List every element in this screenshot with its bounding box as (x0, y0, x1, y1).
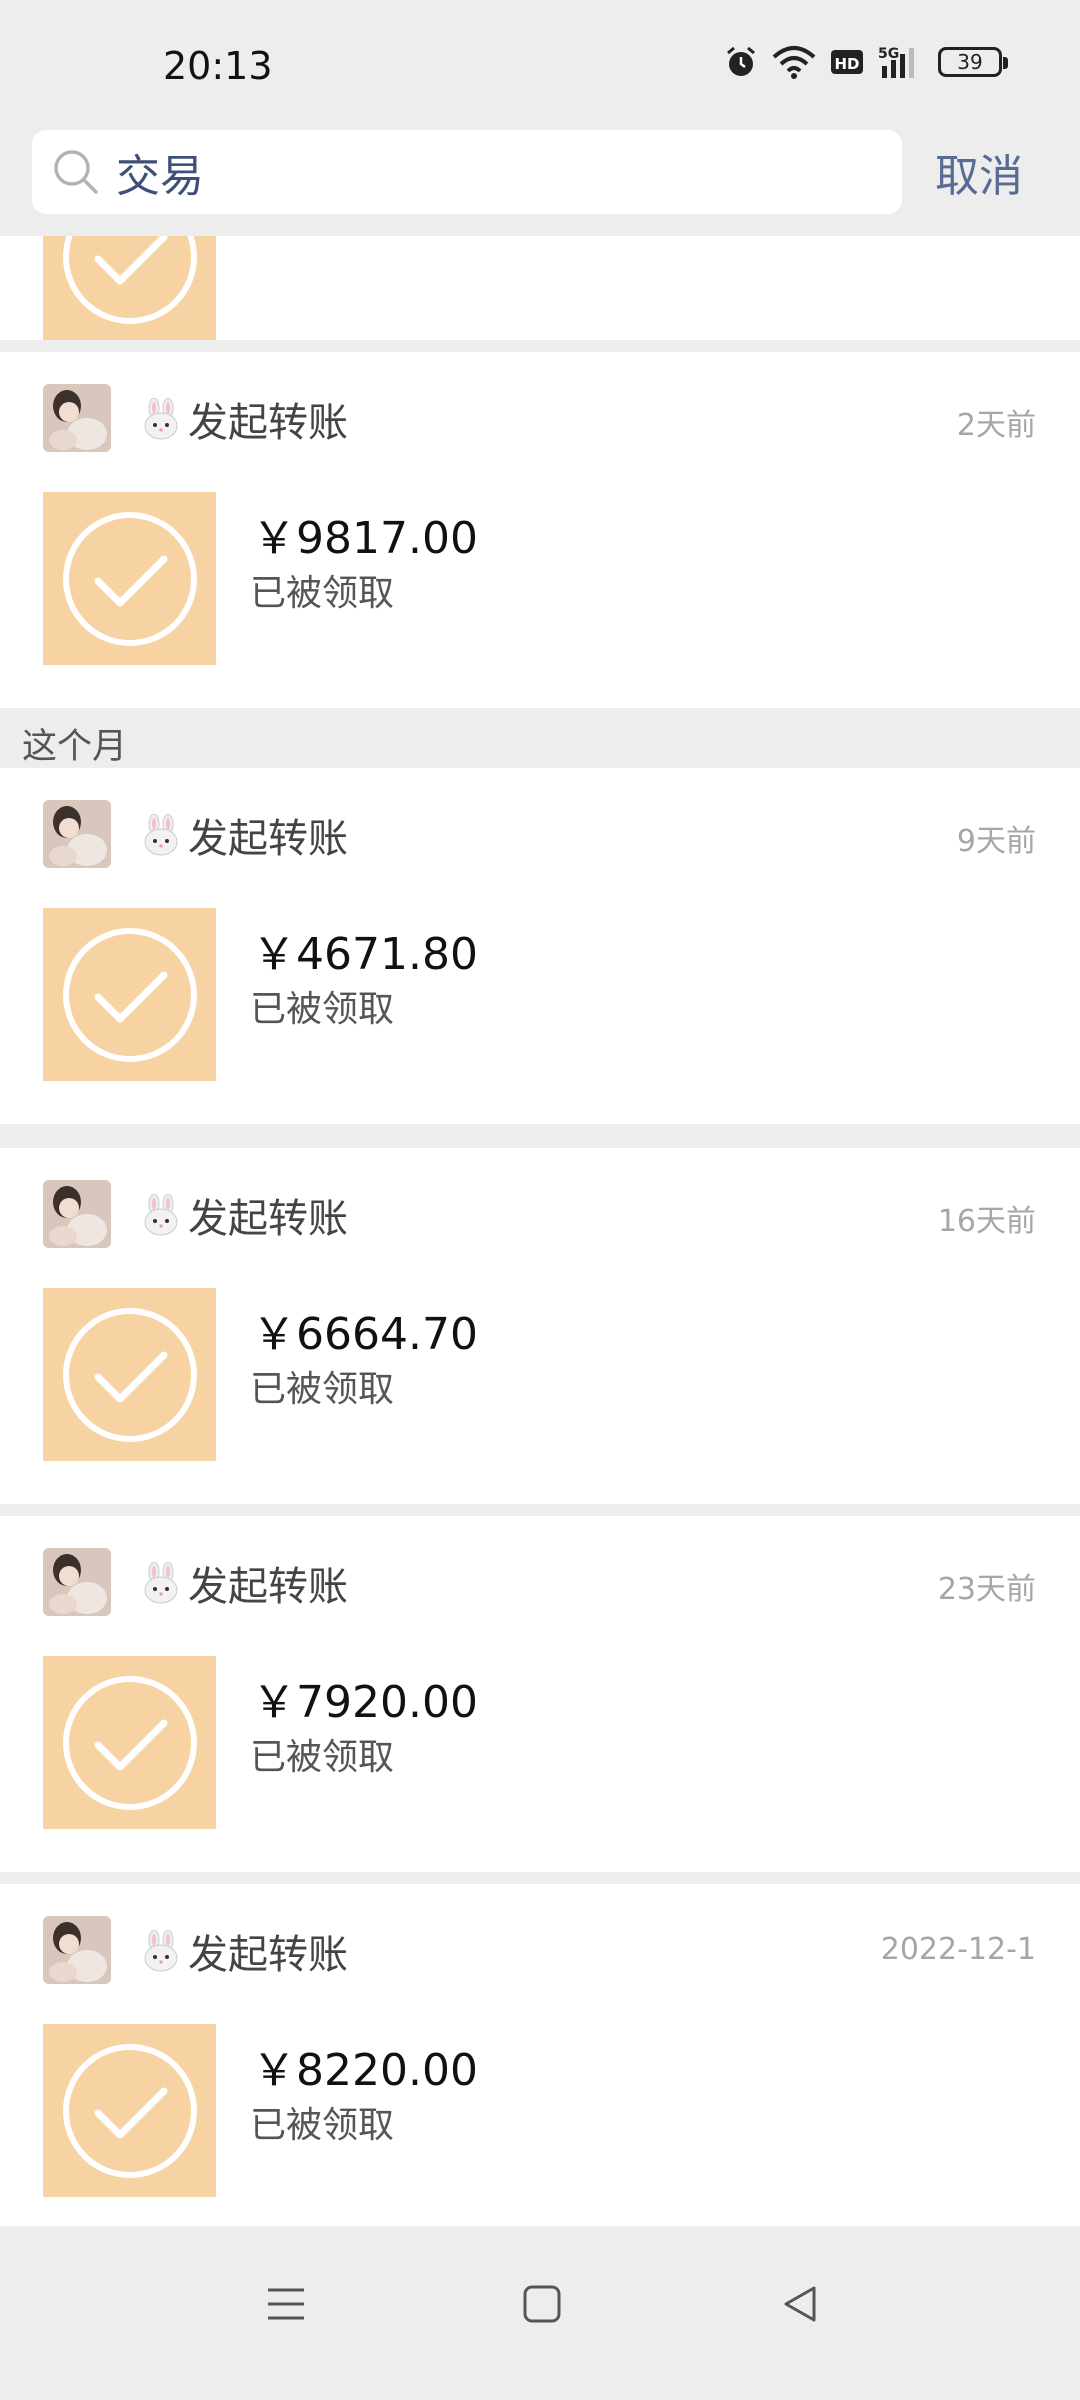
list-item[interactable]: 发起转账 9天前 ￥4671.80 已被领取 (0, 768, 1080, 1124)
status-time: 20:13 (163, 44, 273, 88)
list-item-partial[interactable] (0, 236, 1080, 340)
home-square-icon[interactable] (522, 2284, 562, 2324)
bunny-icon (144, 814, 178, 856)
check-circle-icon (62, 1307, 197, 1442)
alarm-icon (727, 46, 755, 76)
avatar (43, 800, 111, 868)
sender-name: 发起转账 (140, 1922, 348, 1980)
transfer-status: 已被领取 (250, 1369, 395, 1410)
menu-icon[interactable] (266, 2284, 306, 2324)
transaction-list: 发起转账 2天前 ￥9817.00 已被领取 这个月 发起转账 9天前 ￥467… (0, 236, 1080, 2226)
timestamp: 9天前 (956, 824, 1036, 859)
transfer-amount: ￥8220.00 (252, 2045, 478, 2096)
list-item[interactable]: 发起转账 2022-12-1 ￥8220.00 已被领取 (0, 1884, 1080, 2226)
navigation-bar (0, 2226, 1080, 2400)
transfer-envelope (43, 236, 216, 340)
timestamp: 23天前 (937, 1572, 1036, 1607)
avatar (43, 1916, 111, 1984)
transfer-envelope (43, 1656, 216, 1829)
timestamp: 2022-12-1 (880, 1932, 1036, 1967)
avatar (43, 384, 111, 452)
transfer-amount: ￥7920.00 (252, 1677, 478, 1728)
sender-name: 发起转账 (140, 806, 348, 864)
check-circle-icon (62, 1675, 197, 1810)
status-bar: 20:13 HD 5G 39 (0, 0, 1080, 130)
bunny-icon (144, 1194, 178, 1236)
status-icons: HD 5G 39 (724, 44, 1008, 80)
svg-text:HD: HD (834, 55, 859, 73)
transfer-status: 已被领取 (250, 573, 395, 614)
bunny-icon (144, 1562, 178, 1604)
list-item[interactable]: 发起转账 23天前 ￥7920.00 已被领取 (0, 1516, 1080, 1872)
check-circle-icon (62, 236, 197, 324)
check-circle-icon (62, 511, 197, 646)
bunny-icon (144, 1930, 178, 1972)
transfer-envelope (43, 492, 216, 665)
section-header: 这个月 (0, 708, 1080, 768)
transfer-envelope (43, 1288, 216, 1461)
search-box[interactable]: 交易 (32, 130, 902, 214)
timestamp: 2天前 (956, 408, 1036, 443)
avatar (43, 1180, 111, 1248)
svg-text:5G: 5G (878, 46, 899, 62)
transfer-envelope (43, 908, 216, 1081)
timestamp: 16天前 (937, 1204, 1036, 1239)
transfer-status: 已被领取 (250, 1737, 395, 1778)
back-triangle-icon[interactable] (780, 2284, 820, 2324)
hd-icon: HD (831, 50, 863, 74)
transfer-amount: ￥6664.70 (252, 1309, 478, 1360)
sender-name: 发起转账 (140, 1186, 348, 1244)
list-item[interactable]: 发起转账 2天前 ￥9817.00 已被领取 (0, 352, 1080, 708)
wifi-icon (772, 46, 816, 79)
battery-icon: 39 (938, 47, 1008, 77)
cancel-button[interactable]: 取消 (935, 140, 1023, 204)
search-icon (54, 150, 98, 194)
check-circle-icon (62, 2043, 197, 2178)
signal-icon: 5G (878, 46, 914, 78)
sender-name: 发起转账 (140, 1554, 348, 1612)
list-item[interactable]: 发起转账 16天前 ￥6664.70 已被领取 (0, 1148, 1080, 1504)
transfer-status: 已被领取 (250, 2105, 395, 2146)
check-circle-icon (62, 927, 197, 1062)
search-input[interactable]: 交易 (116, 140, 204, 204)
bunny-icon (144, 398, 178, 440)
battery-level: 39 (957, 50, 983, 74)
avatar (43, 1548, 111, 1616)
sender-name: 发起转账 (140, 390, 348, 448)
transfer-amount: ￥9817.00 (252, 513, 478, 564)
transfer-status: 已被领取 (250, 989, 395, 1030)
transfer-amount: ￥4671.80 (252, 929, 478, 980)
transfer-envelope (43, 2024, 216, 2197)
